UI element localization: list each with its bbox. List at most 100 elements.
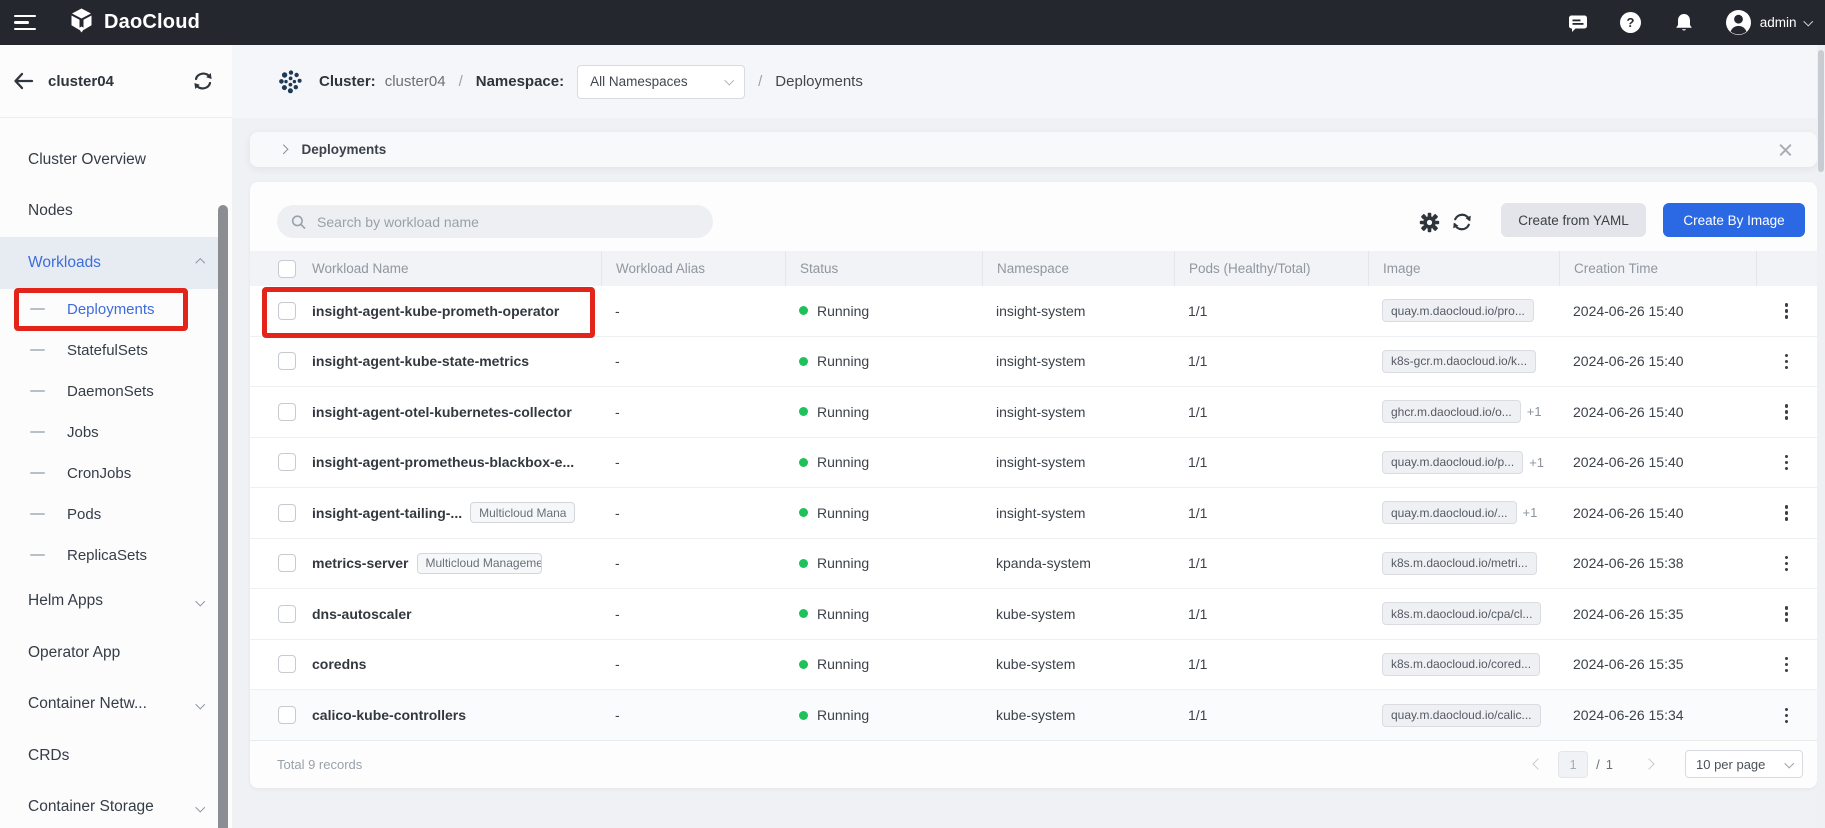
- table-row[interactable]: insight-agent-kube-prometh-operator - Ru…: [250, 286, 1817, 337]
- table-row[interactable]: calico-kube-controllers - Running kube-s…: [250, 690, 1817, 741]
- search-input[interactable]: [315, 213, 699, 231]
- table-row[interactable]: insight-agent-kube-state-metrics - Runni…: [250, 337, 1817, 388]
- create-from-yaml-button[interactable]: Create from YAML: [1501, 203, 1646, 237]
- image-extra-count[interactable]: +1: [1527, 404, 1542, 419]
- row-checkbox[interactable]: [278, 706, 296, 724]
- settings-gear-icon[interactable]: [1417, 210, 1441, 234]
- kebab-menu-icon[interactable]: [1777, 600, 1797, 629]
- kebab-menu-icon[interactable]: [1777, 650, 1797, 679]
- row-checkbox[interactable]: [278, 352, 296, 370]
- current-page-box[interactable]: 1: [1558, 751, 1588, 778]
- kebab-menu-icon[interactable]: [1777, 448, 1797, 477]
- workloads-panel: Create from YAML Create By Image Workloa…: [250, 182, 1817, 788]
- dash-icon: [30, 349, 45, 352]
- kebab-menu-icon[interactable]: [1777, 499, 1797, 528]
- table-row[interactable]: dns-autoscaler - Running kube-system 1/1…: [250, 589, 1817, 640]
- row-checkbox[interactable]: [278, 655, 296, 673]
- chevron-down-icon: [195, 597, 204, 606]
- select-all-checkbox[interactable]: [278, 260, 296, 278]
- chat-bubble-icon[interactable]: [1566, 11, 1590, 35]
- sidebar-item-label: Nodes: [28, 202, 73, 220]
- workload-name-link[interactable]: calico-kube-controllers: [312, 707, 466, 723]
- row-checkbox[interactable]: [278, 453, 296, 471]
- sidebar-item-cronjobs[interactable]: CronJobs: [0, 453, 219, 494]
- image-chip[interactable]: quay.m.daocloud.io/calic...: [1382, 704, 1541, 727]
- image-chip[interactable]: k8s-gcr.m.daocloud.io/k...: [1382, 350, 1536, 373]
- row-checkbox[interactable]: [278, 504, 296, 522]
- close-icon[interactable]: [1777, 141, 1795, 159]
- create-by-image-button[interactable]: Create By Image: [1663, 203, 1805, 237]
- image-extra-count[interactable]: +1: [1529, 455, 1544, 470]
- sidebar-item-container-storage[interactable]: Container Storage: [0, 782, 219, 828]
- image-chip[interactable]: k8s.m.daocloud.io/cored...: [1382, 653, 1540, 676]
- breadcrumb-cluster-value[interactable]: cluster04: [385, 73, 446, 90]
- back-arrow-icon[interactable]: [12, 71, 34, 91]
- collapse-bar-title: Deployments: [302, 142, 387, 157]
- table-row[interactable]: metrics-serverMulticloud Management - Ru…: [250, 539, 1817, 590]
- row-checkbox[interactable]: [278, 302, 296, 320]
- image-chip[interactable]: ghcr.m.daocloud.io/o...: [1382, 400, 1521, 423]
- sidebar-item-operator-app[interactable]: Operator App: [0, 627, 219, 679]
- workload-name-link[interactable]: coredns: [312, 656, 366, 672]
- table-row[interactable]: insight-agent-otel-kubernetes-collector …: [250, 387, 1817, 438]
- page-scrollbar-thumb[interactable]: [1818, 50, 1824, 172]
- kebab-menu-icon[interactable]: [1777, 398, 1797, 427]
- chevron-up-icon: [195, 258, 204, 267]
- sidebar-item-daemonsets[interactable]: DaemonSets: [0, 371, 219, 412]
- row-checkbox[interactable]: [278, 554, 296, 572]
- refresh-icon[interactable]: [1450, 210, 1474, 234]
- notification-bell-icon[interactable]: [1672, 11, 1696, 35]
- sidebar-item-workloads[interactable]: Workloads: [0, 237, 219, 289]
- sidebar-item-cluster-overview[interactable]: Cluster Overview: [0, 134, 219, 186]
- user-account-menu[interactable]: admin: [1725, 9, 1811, 36]
- workload-name-link[interactable]: insight-agent-otel-kubernetes-collector: [312, 404, 572, 420]
- kebab-menu-icon[interactable]: [1777, 701, 1797, 730]
- status-dot: [799, 559, 808, 568]
- sidebar-scrollbar-thumb[interactable]: [218, 205, 228, 828]
- image-chip[interactable]: quay.m.daocloud.io/p...: [1382, 451, 1523, 474]
- next-page-icon[interactable]: [1641, 756, 1657, 772]
- sidebar-item-label: CronJobs: [67, 465, 131, 482]
- workload-name-link[interactable]: insight-agent-kube-prometh-operator: [312, 303, 559, 319]
- sidebar: cluster04 Cluster Overview Nodes Workloa…: [0, 45, 232, 828]
- help-icon[interactable]: ?: [1619, 11, 1643, 35]
- hamburger-menu-icon[interactable]: [14, 11, 36, 35]
- workload-name-link[interactable]: metrics-server: [312, 555, 409, 571]
- row-checkbox[interactable]: [278, 403, 296, 421]
- table-row[interactable]: insight-agent-tailing-...Multicloud Mana…: [250, 488, 1817, 539]
- workload-name-link[interactable]: insight-agent-kube-state-metrics: [312, 353, 529, 369]
- sidebar-item-container-network[interactable]: Container Netw...: [0, 679, 219, 731]
- workload-name-link[interactable]: insight-agent-prometheus-blackbox-e...: [312, 454, 574, 470]
- sidebar-item-nodes[interactable]: Nodes: [0, 186, 219, 238]
- image-chip[interactable]: k8s.m.daocloud.io/cpa/cl...: [1382, 602, 1541, 625]
- kebab-menu-icon[interactable]: [1777, 297, 1797, 326]
- workload-name-link[interactable]: insight-agent-tailing-...: [312, 505, 462, 521]
- total-pages-label: 1: [1606, 757, 1613, 772]
- row-checkbox[interactable]: [278, 605, 296, 623]
- brand-logo[interactable]: DaoCloud: [68, 7, 200, 39]
- page-scrollbar[interactable]: [1817, 45, 1825, 828]
- table-row[interactable]: coredns - Running kube-system 1/1 k8s.m.…: [250, 640, 1817, 691]
- sidebar-item-replicasets[interactable]: ReplicaSets: [0, 535, 219, 576]
- previous-page-icon[interactable]: [1530, 756, 1546, 772]
- image-chip[interactable]: quay.m.daocloud.io/pro...: [1382, 299, 1534, 322]
- sidebar-item-jobs[interactable]: Jobs: [0, 412, 219, 453]
- sidebar-item-deployments[interactable]: Deployments: [0, 289, 219, 330]
- sidebar-item-pods[interactable]: Pods: [0, 494, 219, 535]
- image-chip[interactable]: k8s.m.daocloud.io/metri...: [1382, 552, 1537, 575]
- table-row[interactable]: insight-agent-prometheus-blackbox-e... -…: [250, 438, 1817, 489]
- sidebar-item-helm-apps[interactable]: Helm Apps: [0, 576, 219, 628]
- namespace-select[interactable]: All Namespaces: [577, 65, 745, 99]
- sidebar-scrollbar[interactable]: [218, 165, 228, 828]
- kebab-menu-icon[interactable]: [1777, 549, 1797, 578]
- workload-name-link[interactable]: dns-autoscaler: [312, 606, 412, 622]
- breadcrumb-separator: /: [459, 73, 463, 90]
- image-chip[interactable]: quay.m.daocloud.io/...: [1382, 501, 1517, 524]
- per-page-select[interactable]: 10 per page: [1685, 750, 1803, 778]
- sidebar-item-crds[interactable]: CRDs: [0, 730, 219, 782]
- deployments-collapse-bar[interactable]: Deployments: [250, 132, 1817, 167]
- kebab-menu-icon[interactable]: [1777, 347, 1797, 376]
- sidebar-item-statefulsets[interactable]: StatefulSets: [0, 330, 219, 371]
- switch-cluster-icon[interactable]: [192, 71, 214, 91]
- image-extra-count[interactable]: +1: [1523, 505, 1538, 520]
